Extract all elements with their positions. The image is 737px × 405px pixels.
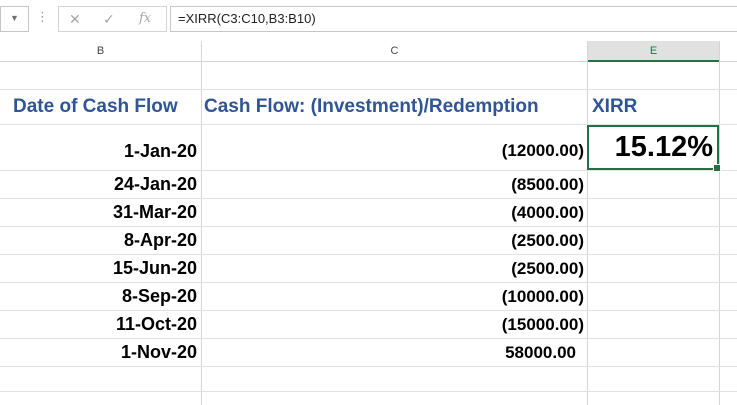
insert-function-icon[interactable]: fx bbox=[139, 11, 151, 27]
name-box[interactable]: ▼ bbox=[0, 6, 29, 32]
formula-input[interactable]: =XIRR(C3:C10,B3:B10) bbox=[170, 6, 737, 32]
column-header-e[interactable]: E bbox=[588, 41, 719, 62]
header-date-of-cash-flow[interactable]: Date of Cash Flow bbox=[13, 93, 203, 121]
formula-bar-grip-icon: ⋮ bbox=[36, 9, 49, 24]
date-cell[interactable]: 8-Apr-20 bbox=[0, 227, 197, 254]
active-cell-border bbox=[587, 125, 721, 172]
formula-bar: ▼ ⋮ ✕ ✓ fx =XIRR(C3:C10,B3:B10) bbox=[0, 0, 737, 38]
amount-cell[interactable]: (12000.00) bbox=[201, 125, 584, 170]
date-cell[interactable]: 24-Jan-20 bbox=[0, 171, 197, 198]
amount-cell[interactable]: 58000.00 bbox=[201, 339, 576, 366]
amount-cell[interactable]: (8500.00) bbox=[201, 171, 584, 198]
name-box-dropdown-icon[interactable]: ▼ bbox=[10, 13, 19, 23]
enter-check-icon[interactable]: ✓ bbox=[103, 11, 115, 27]
date-cell[interactable]: 8-Sep-20 bbox=[0, 283, 197, 310]
date-cell[interactable]: 1-Nov-20 bbox=[0, 339, 197, 366]
date-cell[interactable]: 31-Mar-20 bbox=[0, 199, 197, 226]
column-header-f[interactable] bbox=[719, 41, 737, 62]
date-cell[interactable]: 1-Jan-20 bbox=[0, 125, 197, 170]
header-cash-flow[interactable]: Cash Flow: (Investment)/Redemption bbox=[204, 93, 586, 121]
fill-handle[interactable] bbox=[713, 164, 721, 172]
amount-cell[interactable]: (2500.00) bbox=[201, 255, 584, 282]
formula-buttons: ✕ ✓ fx bbox=[58, 6, 167, 32]
amount-cell[interactable]: (10000.00) bbox=[201, 283, 584, 310]
date-cell[interactable]: 15-Jun-20 bbox=[0, 255, 197, 282]
column-header-c[interactable]: C bbox=[201, 41, 588, 62]
amount-cell[interactable]: (15000.00) bbox=[201, 311, 584, 338]
cancel-icon[interactable]: ✕ bbox=[69, 11, 81, 27]
header-xirr[interactable]: XIRR bbox=[592, 93, 718, 121]
formula-text: =XIRR(C3:C10,B3:B10) bbox=[178, 11, 316, 26]
date-cell[interactable]: 11-Oct-20 bbox=[0, 311, 197, 338]
amount-cell[interactable]: (4000.00) bbox=[201, 199, 584, 226]
column-header-b[interactable]: B bbox=[0, 41, 201, 62]
amount-cell[interactable]: (2500.00) bbox=[201, 227, 584, 254]
